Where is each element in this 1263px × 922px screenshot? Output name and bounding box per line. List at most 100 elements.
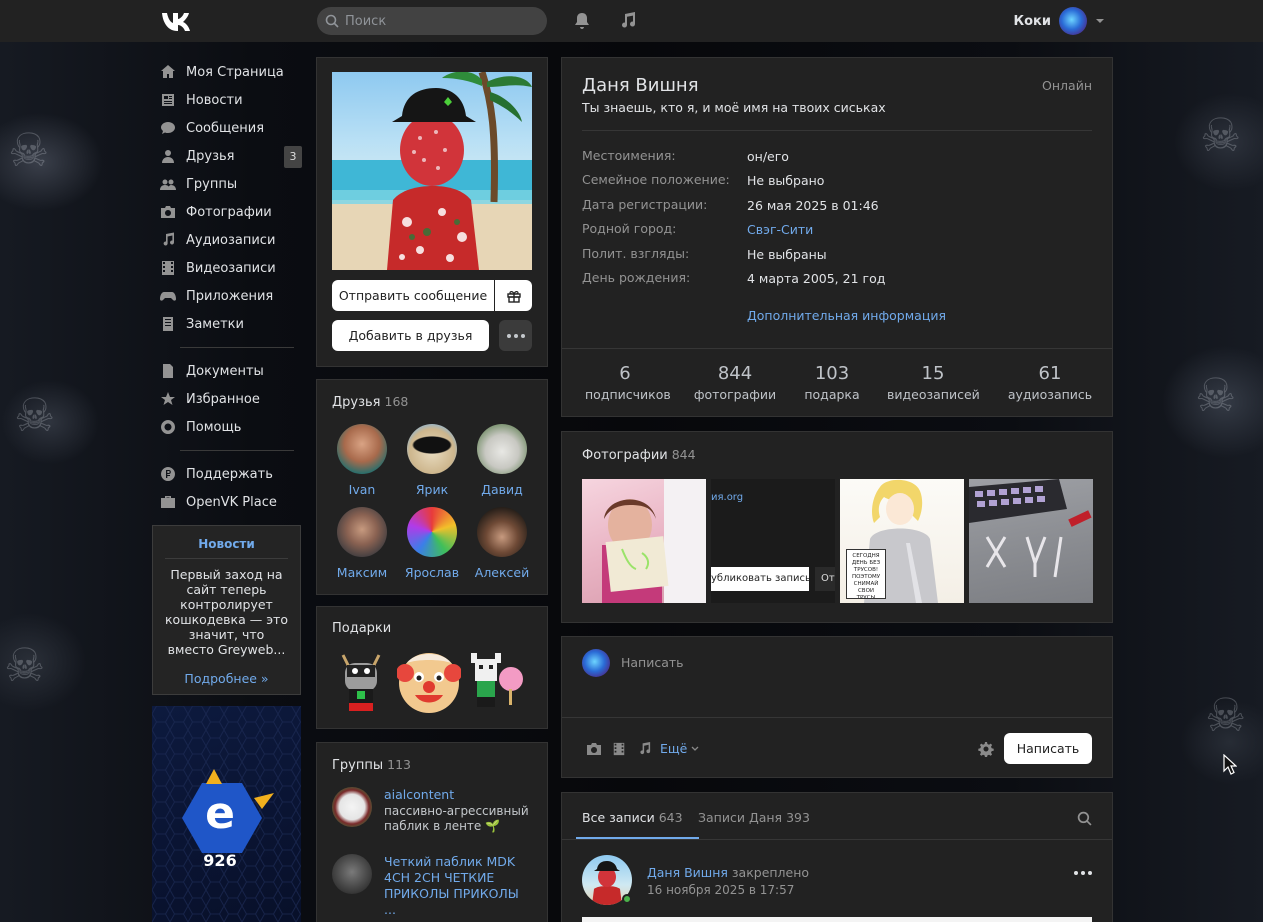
nav-photos[interactable]: Фотографии xyxy=(152,198,302,226)
info-label: Полит. взгляды: xyxy=(582,246,690,261)
gift-icon xyxy=(506,290,521,303)
nav-divider xyxy=(180,347,294,348)
friends-title[interactable]: Друзья 168 xyxy=(332,394,408,410)
attach-more-dropdown[interactable]: Ещё xyxy=(660,741,699,756)
photo-thumbnail[interactable] xyxy=(969,479,1093,603)
nav-donate[interactable]: Поддержать xyxy=(152,460,302,488)
photos-title-label: Фотографии xyxy=(582,448,668,463)
gamepad-icon xyxy=(160,288,176,304)
friends-icon xyxy=(160,148,176,164)
friend-item[interactable]: Максим xyxy=(327,507,397,580)
send-gift-button[interactable] xyxy=(495,280,532,311)
post-input-placeholder[interactable]: Написать xyxy=(621,655,684,670)
nav-favorites[interactable]: Избранное xyxy=(152,385,302,413)
photo-thumbnail[interactable]: ия.org убликовать запись От xyxy=(711,479,835,603)
profile-avatar[interactable] xyxy=(332,72,532,270)
gifts-title[interactable]: Подарки xyxy=(332,621,391,636)
counter-label: подписчиков xyxy=(585,387,671,402)
friend-item[interactable]: Ярослав xyxy=(397,507,467,580)
music-icon[interactable] xyxy=(618,11,638,31)
search-input[interactable] xyxy=(345,13,535,29)
group-name[interactable]: Четкий паблик MDK 4CH 2CH ЧЕТКИЕ ПРИКОЛЫ… xyxy=(384,854,534,918)
attach-audio-icon[interactable] xyxy=(637,741,652,757)
info-value: 4 марта 2005, 21 год xyxy=(747,271,886,286)
post-menu-dots-icon[interactable] xyxy=(1074,871,1092,875)
counter-followers[interactable]: 6 подписчиков xyxy=(585,363,671,402)
advertisement-banner[interactable]: e 926 xyxy=(152,706,301,922)
info-value: он/его xyxy=(747,149,789,164)
attach-video-icon[interactable] xyxy=(612,741,626,757)
counter-photos[interactable]: 844 фотографии xyxy=(693,363,777,402)
gifts-card: Подарки xyxy=(316,606,548,729)
photo-thumbnail[interactable] xyxy=(582,479,706,603)
nav-notes[interactable]: Заметки xyxy=(152,310,302,338)
counter-videos[interactable]: 15 видеозаписей xyxy=(887,363,980,402)
friend-item[interactable]: Ivan xyxy=(327,424,397,497)
chevron-down-icon xyxy=(1096,19,1104,23)
header-user-menu[interactable]: Коки xyxy=(1014,6,1106,36)
send-message-button[interactable]: Отправить сообщение xyxy=(332,280,494,311)
messages-icon xyxy=(160,120,176,136)
nav-apps[interactable]: Приложения xyxy=(152,282,302,310)
photo-thumbnail[interactable]: СЕГОДНЯ ДЕНЬ БЕЗ ТРУСОВ! ПОЭТОМУ СНИМАЙ … xyxy=(840,479,964,603)
search-bar[interactable] xyxy=(317,7,547,35)
more-actions-button[interactable] xyxy=(499,320,532,351)
news-widget-title[interactable]: Новости xyxy=(153,537,300,551)
document-icon xyxy=(160,363,176,379)
info-divider xyxy=(582,130,1092,131)
friend-item[interactable]: Алексей xyxy=(467,507,537,580)
tab-own-posts[interactable]: Записи Даня 393 xyxy=(698,810,810,825)
nav-documents[interactable]: Документы xyxy=(152,357,302,385)
hometown-link[interactable]: Свэг-Сити xyxy=(747,222,813,237)
counter-audio[interactable]: 61 аудиозапись xyxy=(1006,363,1094,402)
post-content-preview xyxy=(582,917,1092,922)
friend-item[interactable]: Давид xyxy=(467,424,537,497)
nav-news[interactable]: Новости xyxy=(152,86,302,114)
nav-openvk-place[interactable]: OpenVK Place xyxy=(152,488,302,516)
ad-logo-image: e 926 xyxy=(152,706,301,922)
gift-item[interactable] xyxy=(467,649,527,715)
friend-item[interactable]: Ярик xyxy=(397,424,467,497)
info-row-pronouns: Местоимения: он/его xyxy=(582,148,1092,168)
nav-groups[interactable]: Группы xyxy=(152,170,302,198)
counter-label: подарка xyxy=(804,387,860,402)
submit-post-button[interactable]: Написать xyxy=(1004,733,1092,764)
info-value: Не выбрано xyxy=(747,173,825,188)
nav-friends[interactable]: Друзья 3 xyxy=(152,142,302,170)
attach-photo-icon[interactable] xyxy=(585,741,603,757)
photos-title[interactable]: Фотографии 844 xyxy=(582,447,696,463)
bell-icon[interactable] xyxy=(572,11,592,31)
friend-avatar xyxy=(407,507,457,557)
profile-photo-card: Отправить сообщение Добавить в друзья xyxy=(316,57,548,367)
counter-number: 844 xyxy=(717,363,753,384)
more-info-link[interactable]: Дополнительная информация xyxy=(747,308,946,323)
add-friend-button[interactable]: Добавить в друзья xyxy=(332,320,489,351)
nav-messages[interactable]: Сообщения xyxy=(152,114,302,142)
counter-gifts[interactable]: 103 подарка xyxy=(802,363,862,402)
post-author-name[interactable]: Даня Вишня xyxy=(647,865,728,880)
thumb-text: От xyxy=(815,567,835,591)
news-widget-more-link[interactable]: Подробнее » xyxy=(153,671,300,686)
nav-label: Друзья xyxy=(186,148,235,164)
nav-my-page[interactable]: Моя Страница xyxy=(152,58,302,86)
info-label: Родной город: xyxy=(582,221,677,236)
groups-title[interactable]: Группы 113 xyxy=(332,757,411,773)
nav-help[interactable]: Помощь xyxy=(152,413,302,441)
profile-status-text[interactable]: Ты знаешь, кто я, и моё имя на твоих сис… xyxy=(582,100,886,115)
post-date[interactable]: 16 ноября 2025 в 17:57 xyxy=(647,883,794,897)
skull-decoration: ☠ xyxy=(1205,688,1247,742)
group-name[interactable]: aialcontent xyxy=(384,787,534,803)
attach-more-label: Ещё xyxy=(660,741,688,756)
nav-video[interactable]: Видеозаписи xyxy=(152,254,302,282)
lifebuoy-icon xyxy=(160,419,176,435)
gift-item[interactable] xyxy=(397,649,461,715)
vk-logo[interactable] xyxy=(160,9,194,33)
star-icon xyxy=(160,391,176,407)
gear-icon[interactable] xyxy=(978,741,994,757)
tab-all-posts[interactable]: Все записи 643 xyxy=(582,810,683,825)
nav-label: Аудиозаписи xyxy=(186,232,276,248)
search-icon[interactable] xyxy=(1077,811,1092,826)
nav-audio[interactable]: Аудиозаписи xyxy=(152,226,302,254)
gift-item[interactable] xyxy=(331,649,391,715)
info-label: День рождения: xyxy=(582,270,691,285)
